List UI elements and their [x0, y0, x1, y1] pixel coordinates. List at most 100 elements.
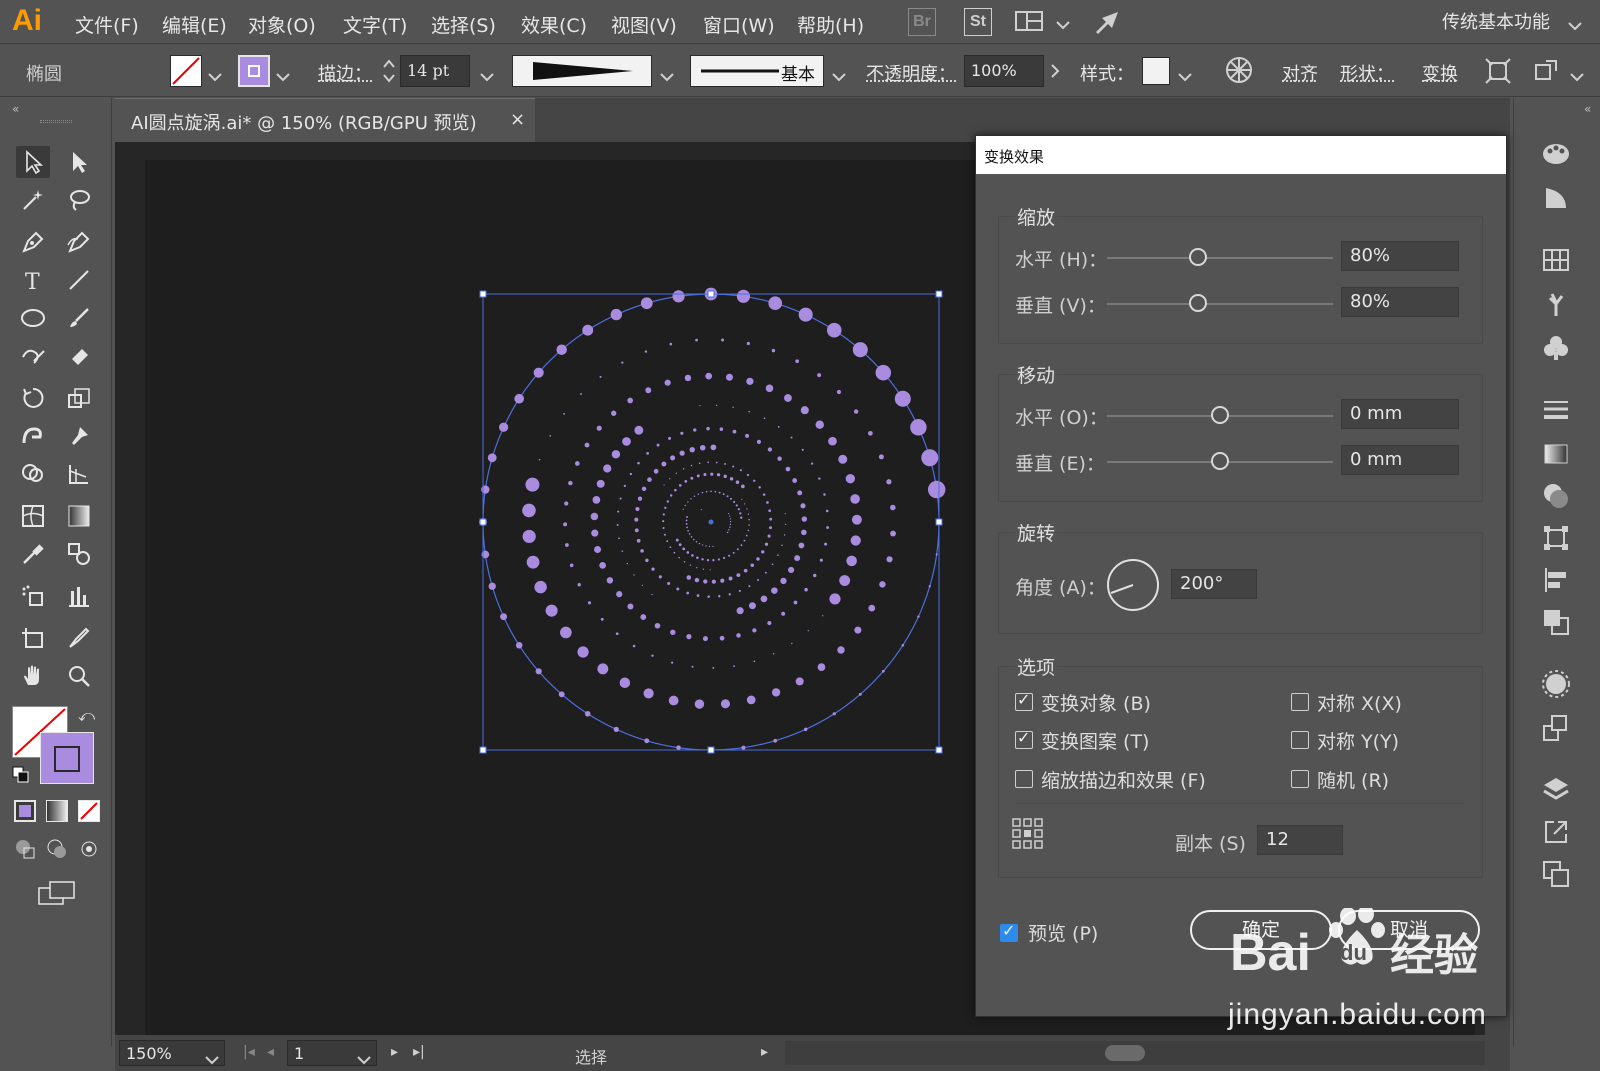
workspace-switcher[interactable]: 传统基本功能	[1442, 8, 1550, 34]
chevron-down-icon[interactable]	[1056, 15, 1070, 34]
ellipse-tool-icon[interactable]	[16, 302, 50, 334]
scrollbar-thumb[interactable]	[1105, 1045, 1145, 1061]
layers-icon[interactable]	[1540, 774, 1572, 806]
brush-definition[interactable]: 基本	[690, 55, 824, 87]
blend-tool-icon[interactable]	[62, 538, 96, 570]
swap-fill-stroke-icon[interactable]: ⤺	[78, 706, 95, 726]
chevron-down-icon[interactable]	[1568, 16, 1582, 35]
copies-input[interactable]: 12	[1257, 825, 1343, 855]
gradient-panel-icon[interactable]	[1540, 182, 1572, 214]
menu-view[interactable]: 视图(V)	[611, 11, 677, 38]
stroke-panel-icon[interactable]	[1540, 394, 1572, 426]
opacity-link[interactable]: 不透明度：	[866, 60, 956, 86]
preview-checkbox[interactable]	[1000, 921, 1018, 942]
chevron-down-icon[interactable]	[832, 67, 846, 86]
stroke-weight-input[interactable]: 14 pt	[400, 55, 470, 87]
chevron-down-icon[interactable]	[208, 67, 222, 86]
graphic-style-swatch[interactable]	[1142, 57, 1170, 85]
magic-wand-tool-icon[interactable]	[16, 184, 50, 216]
move-v-input[interactable]: 0 mm	[1341, 445, 1459, 475]
hand-tool-icon[interactable]	[16, 660, 50, 692]
reference-point-icon[interactable]	[1011, 817, 1045, 851]
chevron-down-icon[interactable]	[276, 67, 290, 86]
draw-normal-icon[interactable]	[14, 838, 36, 860]
artboards-icon[interactable]	[1540, 858, 1572, 890]
align-panel-icon[interactable]	[1540, 564, 1572, 596]
reflect-y-checkbox[interactable]	[1291, 731, 1309, 749]
gpu-performance-icon[interactable]	[1092, 8, 1122, 36]
arrange-documents-icon[interactable]	[1015, 10, 1043, 32]
menu-select[interactable]: 选择(S)	[431, 11, 496, 38]
chevron-down-icon[interactable]	[1570, 67, 1584, 86]
chevron-down-icon[interactable]	[660, 67, 674, 86]
menu-window[interactable]: 窗口(W)	[703, 11, 775, 38]
perspective-grid-tool-icon[interactable]	[62, 458, 96, 490]
pen-tool-icon[interactable]	[16, 226, 50, 258]
menu-object[interactable]: 对象(O)	[248, 11, 316, 38]
draw-behind-icon[interactable]	[46, 838, 68, 860]
transparency-icon[interactable]	[1540, 480, 1572, 512]
first-artboard-icon[interactable]: |◂	[243, 1044, 255, 1060]
transform-panel-icon[interactable]	[1540, 522, 1572, 554]
pathfinder-icon[interactable]	[1540, 606, 1572, 638]
slice-tool-icon[interactable]	[62, 622, 96, 654]
collapse-panel-icon[interactable]: «	[12, 102, 19, 116]
move-v-slider-thumb[interactable]	[1211, 452, 1229, 470]
scale-v-input[interactable]: 80%	[1341, 287, 1459, 317]
stepper-arrows-icon[interactable]	[382, 57, 396, 89]
menu-edit[interactable]: 编辑(E)	[162, 11, 227, 38]
transform-patterns-checkbox[interactable]	[1015, 728, 1033, 749]
color-guide-icon[interactable]	[1540, 138, 1572, 170]
scale-v-slider[interactable]	[1107, 303, 1333, 305]
scale-h-input[interactable]: 80%	[1341, 241, 1459, 271]
scale-h-slider-thumb[interactable]	[1189, 248, 1207, 266]
menu-help[interactable]: 帮助(H)	[797, 11, 864, 38]
panel-grip[interactable]	[40, 120, 72, 123]
scale-tool-icon[interactable]	[62, 382, 96, 414]
graphic-styles-icon[interactable]	[1540, 712, 1572, 744]
selection-tool-icon[interactable]	[16, 146, 50, 178]
chevron-down-icon[interactable]	[1178, 67, 1192, 86]
stock-button[interactable]: St	[964, 8, 992, 36]
warp-tool-icon[interactable]	[16, 420, 50, 452]
line-segment-tool-icon[interactable]	[62, 264, 96, 296]
stroke-panel-link[interactable]: 描边：	[318, 60, 372, 86]
curvature-tool-icon[interactable]	[62, 226, 96, 258]
menu-file[interactable]: 文件(F)	[75, 11, 139, 38]
angle-input[interactable]: 200°	[1171, 569, 1257, 599]
next-artboard-icon[interactable]: ▸	[391, 1044, 398, 1060]
chevron-right-icon[interactable]	[1050, 63, 1060, 83]
color-mode-icon[interactable]	[14, 800, 36, 822]
isolate-icon[interactable]	[1484, 57, 1512, 89]
brushes-icon[interactable]	[1540, 288, 1572, 320]
scale-v-slider-thumb[interactable]	[1189, 294, 1207, 312]
lasso-tool-icon[interactable]	[62, 184, 96, 216]
gradient-mode-icon[interactable]	[46, 800, 68, 822]
gradient-tool-icon[interactable]	[62, 500, 96, 532]
direct-selection-tool-icon[interactable]	[62, 146, 96, 178]
symbol-sprayer-tool-icon[interactable]	[16, 580, 50, 612]
scale-h-slider[interactable]	[1107, 257, 1333, 259]
chevron-down-icon[interactable]	[205, 1050, 219, 1069]
column-graph-tool-icon[interactable]	[62, 580, 96, 612]
mesh-tool-icon[interactable]	[16, 500, 50, 532]
symbols-icon[interactable]	[1540, 332, 1572, 364]
eraser-tool-icon[interactable]	[62, 340, 96, 372]
stroke-swatch[interactable]	[238, 55, 270, 87]
type-tool-icon[interactable]: T	[16, 264, 50, 296]
previous-artboard-icon[interactable]: ◂	[267, 1044, 274, 1060]
paintbrush-tool-icon[interactable]	[62, 302, 96, 334]
fill-swatch[interactable]	[170, 55, 202, 87]
close-icon[interactable]: ×	[510, 109, 525, 130]
shape-builder-tool-icon[interactable]	[16, 458, 50, 490]
reflect-x-checkbox[interactable]	[1291, 693, 1309, 711]
default-fill-stroke-icon[interactable]	[12, 766, 30, 784]
none-mode-icon[interactable]	[78, 800, 100, 822]
export-icon[interactable]	[1540, 816, 1572, 848]
horizontal-scrollbar[interactable]	[785, 1041, 1485, 1065]
panel-options-icon[interactable]	[1532, 57, 1560, 89]
menu-type[interactable]: 文字(T)	[343, 11, 407, 38]
draw-inside-icon[interactable]	[78, 838, 100, 860]
shape-link[interactable]: 形状：	[1340, 60, 1394, 86]
move-h-input[interactable]: 0 mm	[1341, 399, 1459, 429]
